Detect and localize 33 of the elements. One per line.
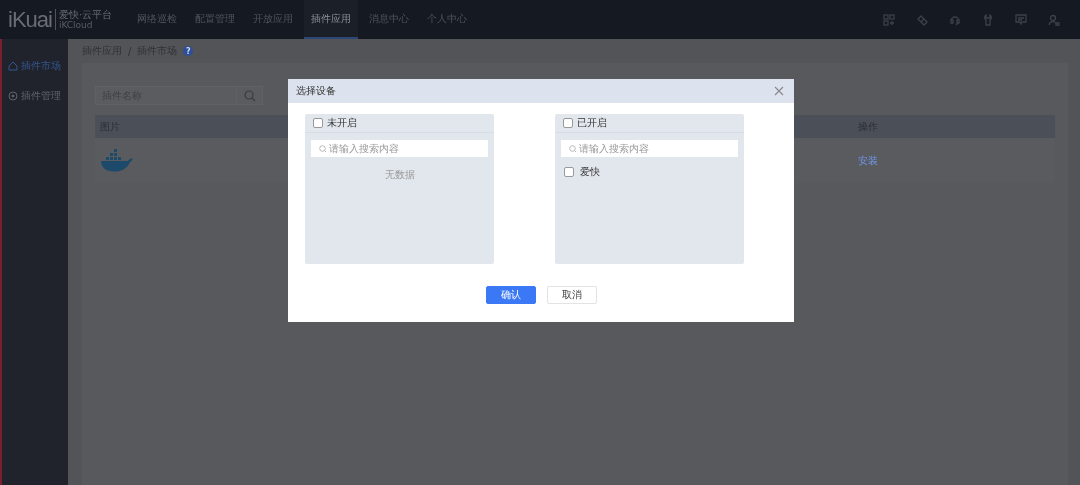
search-icon — [243, 89, 256, 102]
search-icon — [319, 145, 326, 152]
brand-name: 爱快·云平台 — [58, 9, 113, 20]
install-link[interactable]: 安装 — [858, 153, 878, 168]
checkbox[interactable] — [564, 167, 574, 177]
search-field[interactable]: 请输入搜索内容 — [561, 140, 738, 157]
search-field[interactable]: 请输入搜索内容 — [311, 140, 488, 157]
panel-title: 未开启 — [327, 116, 357, 130]
panel-title: 已开启 — [577, 116, 607, 130]
grid-icon — [883, 13, 895, 26]
whale-logo-icon — [100, 149, 134, 172]
user-icon — [1048, 13, 1060, 26]
chat-icon — [1015, 13, 1027, 26]
search-icon — [569, 145, 576, 152]
help-icon[interactable]: ? — [183, 46, 194, 56]
circle-icon — [8, 91, 18, 101]
device-label: 爱快 — [580, 165, 600, 179]
wrench-icon — [982, 13, 994, 26]
nav-tab[interactable]: 插件应用 — [304, 0, 358, 39]
empty-text: 无数据 — [383, 168, 416, 182]
house-icon — [8, 61, 18, 71]
brand-subtitle: iKCloud — [58, 20, 94, 30]
dialog-title: 选择设备 — [296, 84, 336, 98]
headset-icon — [949, 13, 961, 26]
confirm-button[interactable]: 确认 — [485, 286, 536, 304]
search-button[interactable] — [237, 86, 263, 105]
checkbox[interactable] — [313, 118, 323, 128]
breadcrumb-separator: / — [128, 45, 132, 57]
cancel-button[interactable]: 取消 — [546, 286, 597, 304]
close-icon[interactable] — [774, 86, 784, 96]
sidebar-item[interactable]: 插件市场 — [2, 51, 68, 81]
checkbox[interactable] — [563, 118, 573, 128]
logo: iKuai — [8, 6, 52, 33]
